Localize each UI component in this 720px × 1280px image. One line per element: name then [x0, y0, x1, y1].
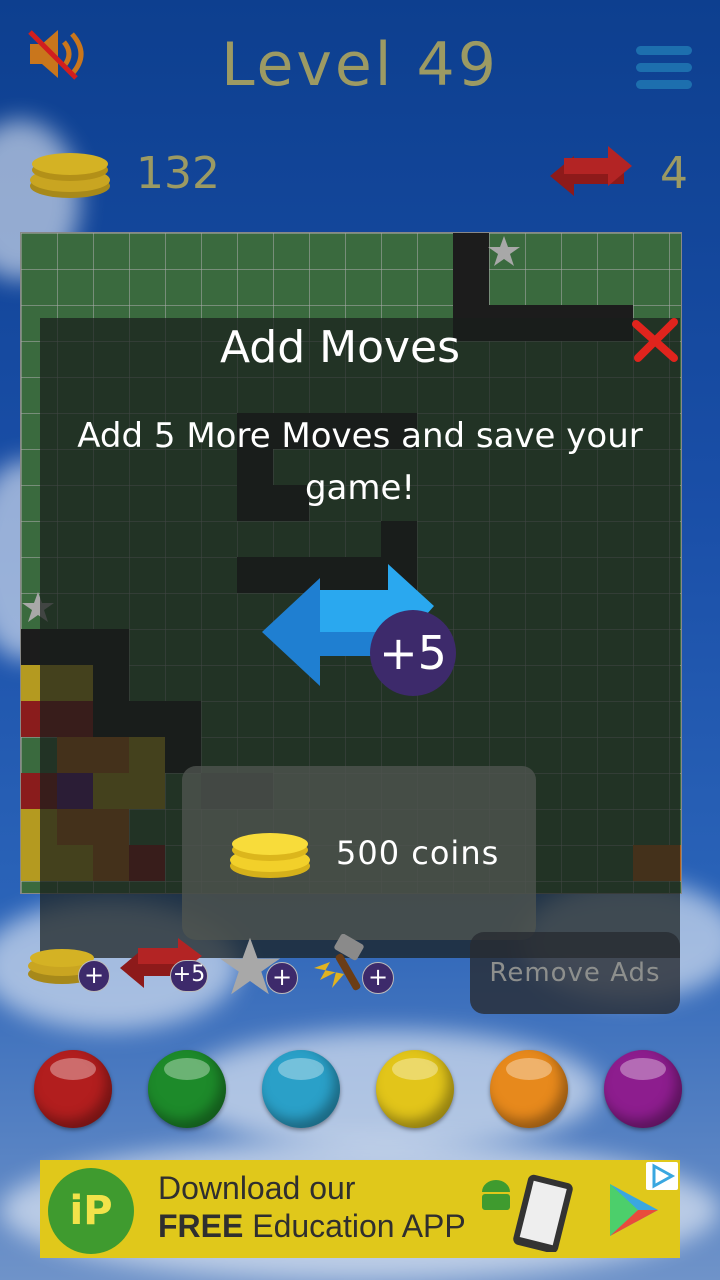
swap-arrows-icon: [546, 142, 636, 202]
ad-headline: Download our: [158, 1170, 356, 1206]
ad-subline: FREE Education APP: [158, 1208, 466, 1245]
add-moves-powerup[interactable]: +5: [118, 934, 214, 1000]
ad-free-label: FREE: [158, 1208, 244, 1244]
plus-badge: +: [78, 960, 110, 992]
star-powerup[interactable]: +: [218, 934, 314, 1000]
dialog-message: Add 5 More Moves and save your game!: [77, 416, 643, 508]
dialog-title: Add Moves: [219, 322, 461, 373]
color-button-purple[interactable]: [604, 1050, 682, 1128]
board-cell: [453, 269, 489, 305]
close-button[interactable]: [630, 318, 682, 364]
ad-choices-icon[interactable]: [646, 1162, 678, 1190]
plus-five-badge: +5: [170, 960, 208, 992]
moves-count: 4: [660, 148, 688, 199]
buy-coins-powerup[interactable]: +: [26, 934, 122, 1000]
hamburger-menu-icon: [636, 46, 692, 89]
menu-button[interactable]: [636, 46, 692, 92]
ad-app-label: Education APP: [243, 1208, 466, 1244]
coin-stack-icon: [226, 822, 316, 886]
coin-count: 132: [136, 148, 220, 199]
hammer-powerup[interactable]: +: [310, 933, 406, 1000]
color-button-green[interactable]: [148, 1050, 226, 1128]
color-button-yellow[interactable]: [376, 1050, 454, 1128]
level-title: Level 49: [221, 30, 499, 100]
sound-toggle-button[interactable]: [24, 24, 88, 84]
remove-ads-button[interactable]: Remove Ads: [470, 932, 680, 1014]
star-icon: [488, 236, 520, 266]
speaker-muted-icon: [28, 30, 84, 80]
plus-five-badge: +5: [370, 610, 456, 696]
ad-logo-text: iP: [69, 1188, 113, 1234]
coin-stack-icon: [26, 142, 116, 206]
color-button-orange[interactable]: [490, 1050, 568, 1128]
board-cell: [453, 233, 489, 269]
color-button-red[interactable]: [34, 1050, 112, 1128]
price-label: 500 coins: [336, 834, 500, 872]
phone-icon: [500, 1172, 580, 1254]
plus-badge: +: [266, 962, 298, 994]
plus-badge: +: [362, 962, 394, 994]
close-x-icon: [632, 318, 678, 362]
color-button-cyan[interactable]: [262, 1050, 340, 1128]
